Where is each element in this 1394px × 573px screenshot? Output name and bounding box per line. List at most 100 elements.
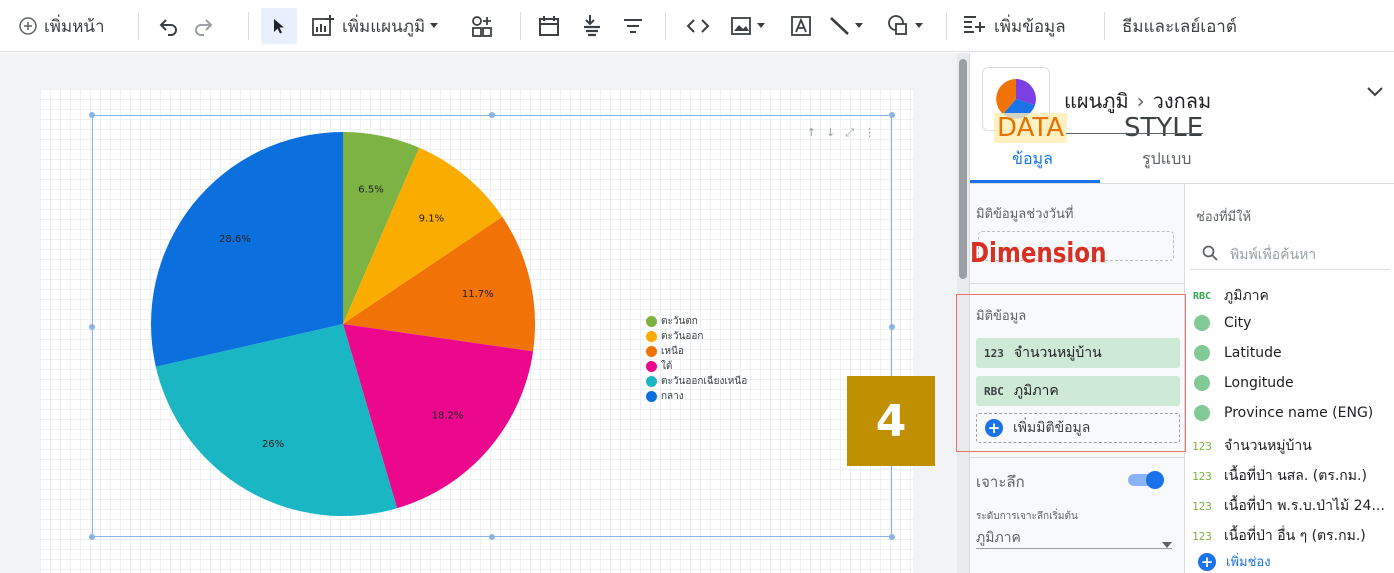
sort-down-icon[interactable]: ↓ <box>826 126 835 140</box>
add-control-button[interactable] <box>470 8 494 44</box>
number-type-icon: 123 <box>984 346 1004 360</box>
legend-item[interactable]: เหนือ <box>646 344 747 359</box>
more-vert-icon[interactable]: ⋮ <box>864 126 875 140</box>
text-type-icon: RBC <box>1192 290 1212 302</box>
dimension-chip[interactable]: 123 จำนวนหมู่บ้าน <box>976 338 1180 368</box>
legend-swatch <box>646 361 657 372</box>
legend-item[interactable]: ตะวันออก <box>646 329 747 344</box>
line-button[interactable] <box>828 8 864 44</box>
resize-handle[interactable] <box>89 112 95 118</box>
resize-handle[interactable] <box>889 534 895 540</box>
theme-layout-label: ธีมและเลย์เอาต์ <box>1122 16 1237 37</box>
resize-handle[interactable] <box>889 112 895 118</box>
filter-button[interactable] <box>580 8 604 44</box>
add-chart-icon <box>310 14 336 38</box>
legend-label: เหนือ <box>661 346 684 357</box>
text-button[interactable] <box>790 8 812 44</box>
dropdown-arrow-icon[interactable] <box>1162 533 1172 552</box>
undo-button[interactable] <box>158 8 180 44</box>
toolbar-divider <box>1104 12 1105 40</box>
field-name: Latitude <box>1224 345 1282 361</box>
pie-chart-container[interactable]: ↑ ↓ ⤢ ⋮ 6.5% 9.1% 11.7% 18.2% 26% 28.6% ตะวัน… <box>89 112 895 540</box>
drill-level-select[interactable]: ภูมิภาค <box>976 527 1021 549</box>
field-name: Province name (ENG) <box>1224 405 1374 421</box>
resize-handle[interactable] <box>89 324 95 330</box>
dropdown-arrow-icon <box>854 22 864 30</box>
section-divider <box>970 283 1184 284</box>
field-name: เนื้อที่ป่า พ.ร.บ.ป่าไม้ 24... <box>1224 498 1385 514</box>
drill-down-toggle[interactable] <box>1128 471 1164 489</box>
pie-slice-label: 11.7% <box>462 289 494 300</box>
add-chart-label: เพิ่มแผนภูมิ <box>342 16 426 37</box>
field-list-item[interactable]: Province name (ENG) <box>1190 405 1373 421</box>
add-field-label: เพิ่มช่อง <box>1226 555 1271 570</box>
drill-down-label: เจาะลึก <box>976 473 1025 491</box>
add-field-button[interactable]: + เพิ่มช่อง <box>1190 551 1271 572</box>
field-list-item[interactable]: 123 จำนวนหมู่บ้าน <box>1190 435 1312 457</box>
add-page-button[interactable]: เพิ่มหน้า <box>18 8 105 44</box>
dropdown-arrow-icon <box>429 22 439 30</box>
add-dimension-label: เพิ่มมิติข้อมูล <box>1013 420 1091 436</box>
plus-circle-icon: + <box>985 419 1003 437</box>
legend-swatch <box>646 376 657 387</box>
legend-label: ตะวันออกเฉียงเหนือ <box>661 376 748 387</box>
filter-control-button[interactable] <box>622 8 644 44</box>
redo-button[interactable] <box>192 8 214 44</box>
pie-slice-label: 26% <box>262 439 284 450</box>
plus-circle-icon: + <box>1198 552 1216 571</box>
field-list-item[interactable]: 123 เนื้อที่ป่า อื่น ๆ (ตร.กม.) <box>1190 525 1366 547</box>
legend-item[interactable]: กลาง <box>646 389 747 404</box>
field-list-item[interactable]: 123 เนื้อที่ป่า พ.ร.บ.ป่าไม้ 24... <box>1190 495 1385 517</box>
legend-item[interactable]: ตะวันออกเฉียงเหนือ <box>646 374 747 389</box>
image-button[interactable] <box>730 8 766 44</box>
chart-legend: ตะวันตก ตะวันออกเหนือใต้ตะวันออกเฉียงเหนื… <box>646 314 747 404</box>
field-search[interactable]: พิมพ์เพื่อค้นหา <box>1190 240 1390 270</box>
field-list-item[interactable]: City <box>1190 315 1251 331</box>
dimension-label: มิติข้อมูล <box>976 309 1027 324</box>
add-page-label: เพิ่มหน้า <box>44 16 105 37</box>
date-range-button[interactable] <box>537 8 561 44</box>
field-name: Longitude <box>1224 375 1294 391</box>
filter-icon <box>580 13 604 39</box>
add-dimension-button[interactable]: + เพิ่มมิติข้อมูล <box>976 413 1180 443</box>
scrollbar-thumb[interactable] <box>959 59 967 279</box>
pie-slice-label: 18.2% <box>432 411 464 422</box>
controls-icon <box>470 14 494 38</box>
sort-up-icon[interactable]: ↑ <box>807 126 816 140</box>
field-list-item[interactable]: RBC ภูมิภาค <box>1190 285 1269 307</box>
globe-icon <box>1194 345 1210 361</box>
embed-url-button[interactable] <box>686 8 710 44</box>
shape-button[interactable] <box>886 8 924 44</box>
add-chart-button[interactable]: เพิ่มแผนภูมิ <box>310 8 439 44</box>
overlay-dimension-label: Dimension <box>970 236 1107 269</box>
field-list-item[interactable]: Latitude <box>1190 345 1282 361</box>
resize-handle[interactable] <box>489 112 495 118</box>
number-type-icon: 123 <box>1192 529 1212 543</box>
field-name: จำนวนหมู่บ้าน <box>1224 438 1312 454</box>
resize-handle[interactable] <box>889 324 895 330</box>
select-tool-button[interactable] <box>261 8 297 44</box>
field-list-item[interactable]: 123 เนื้อที่ป่า นสล. (ตร.กม.) <box>1190 465 1367 487</box>
search-icon <box>1202 245 1218 265</box>
drill-icon[interactable]: ⤢ <box>845 126 854 140</box>
legend-item[interactable]: ใต้ <box>646 359 747 374</box>
chevron-down-icon[interactable] <box>1366 83 1384 102</box>
field-name: เนื้อที่ป่า นสล. (ตร.กม.) <box>1224 468 1367 484</box>
dropdown-arrow-icon <box>914 22 924 30</box>
report-page[interactable]: ↑ ↓ ⤢ ⋮ 6.5% 9.1% 11.7% 18.2% 26% 28.6% ตะวัน… <box>40 89 913 573</box>
dimension-chip-label: จำนวนหมู่บ้าน <box>1013 345 1102 361</box>
filter-control-icon <box>622 15 644 37</box>
dimension-chip-label: ภูมิภาค <box>1013 383 1059 399</box>
date-dimension-label: มิติข้อมูลช่วงวันที่ <box>976 207 1074 222</box>
globe-icon <box>1194 315 1210 331</box>
field-list-item[interactable]: Longitude <box>1190 375 1294 391</box>
toolbar-divider <box>138 12 139 40</box>
tab-data[interactable]: ข้อมูล <box>1012 147 1053 172</box>
add-data-button[interactable]: เพิ่มข้อมูล <box>962 8 1066 44</box>
number-type-icon: 123 <box>1192 439 1212 453</box>
theme-layout-button[interactable]: ธีมและเลย์เอาต์ <box>1122 8 1237 44</box>
dimension-chip[interactable]: RBC ภูมิภาค <box>976 376 1180 406</box>
resize-handle[interactable] <box>89 534 95 540</box>
legend-item[interactable]: ตะวันตก <box>646 314 747 329</box>
tab-style[interactable]: รูปแบบ <box>1142 147 1191 172</box>
